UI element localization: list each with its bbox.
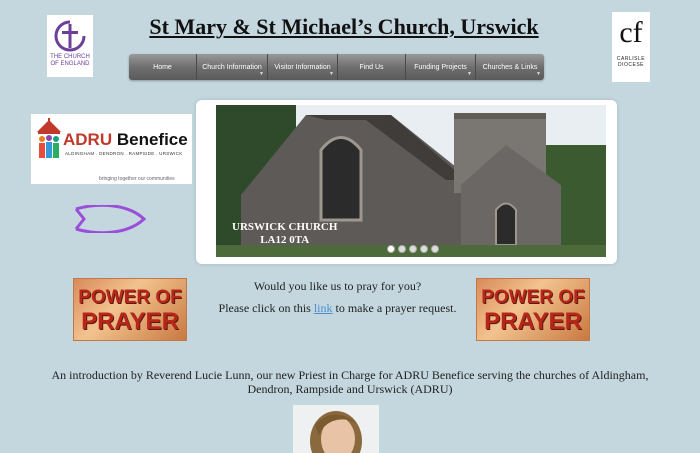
nav-label: Home: [153, 63, 172, 71]
prayer-image-line2: PRAYER: [81, 307, 179, 335]
image-slideshow[interactable]: URSWICK CHURCH LA12 0TA: [196, 100, 617, 264]
slide-caption-line1: URSWICK CHURCH: [232, 221, 338, 233]
slide-dot[interactable]: [387, 245, 395, 253]
nav-visitor-information[interactable]: Visitor Information ▼: [268, 54, 338, 80]
coe-logo-text: THE CHURCH OF ENGLAND: [50, 54, 90, 67]
adru-title-suffix: Benefice: [112, 130, 188, 149]
adru-title-prefix: ADRU: [63, 130, 113, 149]
nav-churches-links[interactable]: Churches & Links ▼: [476, 54, 544, 80]
church-photo: URSWICK CHURCH LA12 0TA: [216, 105, 606, 257]
cross-icon: [54, 20, 86, 52]
carlisle-logo-text: CARLISLE DIOCESE: [616, 56, 646, 68]
adru-tagline: bringing together our communities: [99, 176, 175, 182]
prayer-request-link[interactable]: link: [314, 301, 333, 315]
nav-label: Funding Projects: [414, 63, 467, 71]
prayer-click-suffix: to make a prayer request.: [332, 301, 457, 315]
prayer-image-line2: PRAYER: [484, 307, 582, 335]
dropdown-caret-icon: ▼: [329, 71, 334, 77]
carlisle-diocese-logo[interactable]: cf CARLISLE DIOCESE: [612, 12, 650, 82]
carlisle-logo-mark: cf: [619, 16, 643, 49]
nav-church-information[interactable]: Church Information ▼: [197, 54, 268, 80]
nav-find-us[interactable]: Find Us: [338, 54, 406, 80]
intro-text: An introduction by Reverend Lucie Lunn, …: [51, 368, 649, 396]
nav-label: Find Us: [359, 63, 384, 71]
power-of-prayer-image-right[interactable]: POWER OF PRAYER: [476, 278, 590, 341]
dropdown-caret-icon: ▼: [467, 71, 472, 77]
slide-dots: [387, 245, 439, 253]
slide-dot[interactable]: [409, 245, 417, 253]
slide-dot[interactable]: [431, 245, 439, 253]
prayer-request-text: Please click on this link to make a pray…: [200, 301, 475, 316]
nav-label: Visitor Information: [274, 63, 331, 71]
slide-dot[interactable]: [420, 245, 428, 253]
priest-photo: [293, 405, 379, 453]
dropdown-caret-icon: ▼: [536, 71, 541, 77]
adru-benefice-logo[interactable]: ADRU Benefice ALDINGHAM . DENDRON . RAMP…: [31, 114, 192, 184]
page-title: St Mary & St Michael’s Church, Urswick: [149, 14, 539, 39]
church-of-england-logo[interactable]: THE CHURCH OF ENGLAND: [47, 15, 93, 77]
nav-funding-projects[interactable]: Funding Projects ▼: [406, 54, 476, 80]
prayer-click-prefix: Please click on this: [218, 301, 314, 315]
ichthys-fish-icon: [74, 205, 147, 233]
dropdown-caret-icon: ▼: [259, 71, 264, 77]
prayer-image-line1: POWER OF: [481, 286, 585, 308]
power-of-prayer-image-left[interactable]: POWER OF PRAYER: [73, 278, 187, 341]
nav-home[interactable]: Home: [129, 54, 197, 80]
slide-dot[interactable]: [398, 245, 406, 253]
adru-subtitle: ALDINGHAM . DENDRON . RAMPSIDE . URSWICK: [65, 151, 183, 156]
prayer-image-line1: POWER OF: [78, 286, 182, 308]
nav-label: Churches & Links: [482, 63, 538, 71]
main-nav: Home Church Information ▼ Visitor Inform…: [129, 54, 544, 80]
church-people-icon: [37, 118, 61, 158]
nav-label: Church Information: [202, 63, 262, 71]
slide-caption-line2: LA12 0TA: [260, 234, 310, 246]
slide-caption: URSWICK CHURCH LA12 0TA: [232, 221, 337, 247]
prayer-question: Would you like us to pray for you?: [253, 279, 422, 293]
adru-title: ADRU Benefice: [63, 130, 188, 150]
